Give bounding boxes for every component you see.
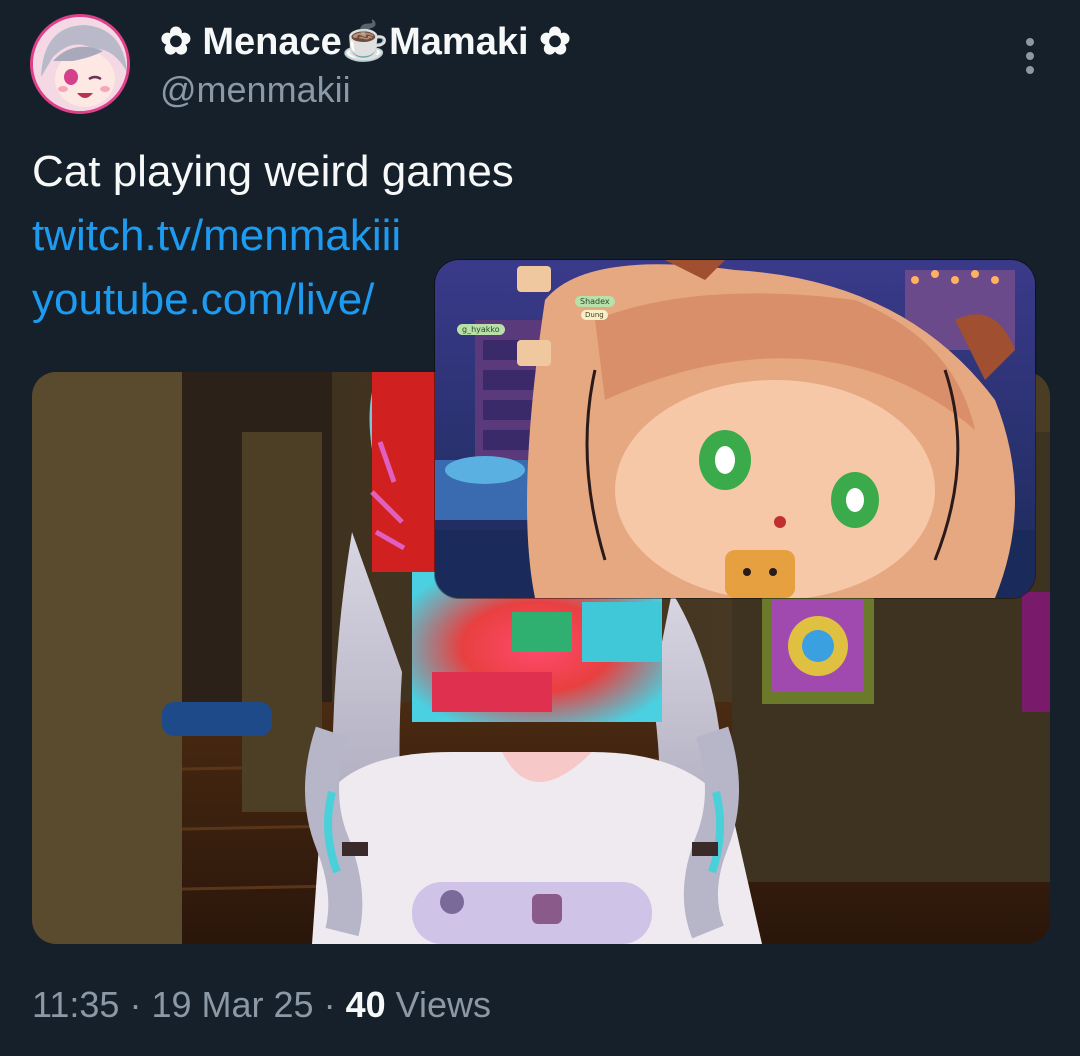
chat-message: Dung bbox=[581, 310, 608, 320]
more-dot bbox=[1026, 38, 1034, 46]
tweet-meta: 11:35 · 19 Mar 25 · 40 Views bbox=[32, 980, 491, 1030]
meta-separator: · bbox=[129, 984, 142, 1025]
avatar-image bbox=[33, 17, 127, 111]
more-vertical-icon[interactable] bbox=[1012, 34, 1048, 78]
stream-overlay-image[interactable]: g_hyakko Shadex Dung bbox=[435, 260, 1035, 598]
user-handle[interactable]: @menmakii bbox=[160, 70, 351, 110]
meta-separator: · bbox=[323, 984, 336, 1025]
views-count[interactable]: 40 bbox=[346, 984, 386, 1025]
twitch-link[interactable]: twitch.tv/menmakiii bbox=[32, 204, 514, 268]
tweet: ✿ Menace☕Mamaki ✿ @menmakii Cat playing … bbox=[0, 0, 1080, 1056]
tweet-date[interactable]: 19 Mar 25 bbox=[151, 984, 313, 1025]
stream-scene bbox=[435, 260, 1035, 598]
chat-name-hyakko: g_hyakko bbox=[457, 324, 505, 335]
display-name[interactable]: ✿ Menace☕Mamaki ✿ bbox=[160, 20, 571, 64]
more-dot bbox=[1026, 66, 1034, 74]
tweet-time[interactable]: 11:35 bbox=[32, 984, 119, 1025]
avatar[interactable] bbox=[30, 14, 130, 114]
more-dot bbox=[1026, 52, 1034, 60]
tweet-body: Cat playing weird games bbox=[32, 147, 514, 196]
views-label[interactable]: Views bbox=[396, 984, 491, 1025]
chat-name-shadex: Shadex bbox=[575, 296, 615, 307]
